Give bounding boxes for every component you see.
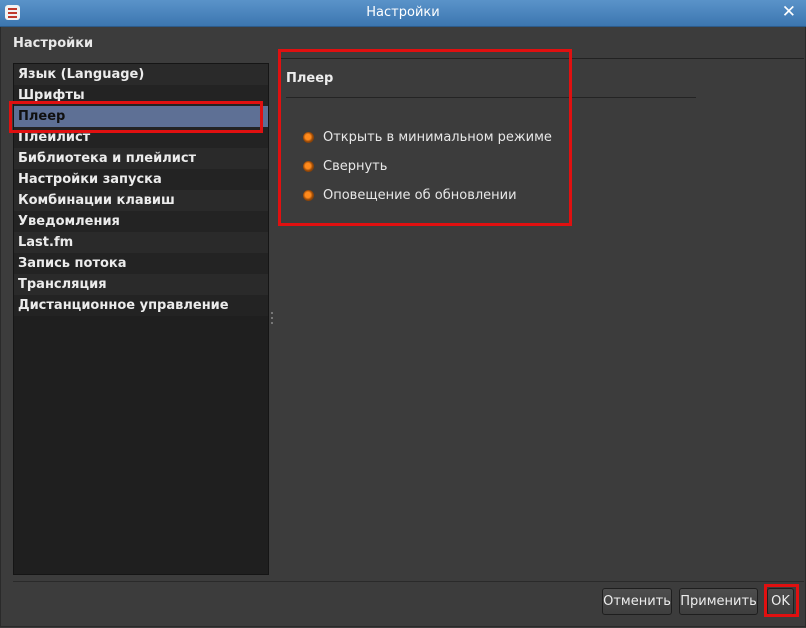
sidebar-item-remote-control[interactable]: Дистанционное управление [14, 295, 268, 316]
page-title: Настройки [13, 36, 94, 51]
title-bar: Настройки ✕ [0, 0, 806, 27]
sidebar-item-player[interactable]: Плеер [14, 106, 268, 127]
ok-button[interactable]: OK [767, 588, 794, 615]
splitter-handle-icon[interactable] [271, 312, 274, 328]
checkbox-indicator-icon [303, 132, 314, 143]
window-title: Настройки [366, 5, 440, 20]
sidebar-item-fonts[interactable]: Шрифты [14, 85, 268, 106]
option-label: Свернуть [323, 159, 388, 174]
divider [286, 97, 696, 98]
settings-category-list: Язык (Language) Шрифты Плеер Плейлист Би… [13, 63, 269, 575]
option-label: Открыть в минимальном режиме [323, 130, 552, 145]
section-title: Плеер [286, 71, 334, 86]
checkbox-indicator-icon [303, 161, 314, 172]
divider [13, 581, 804, 582]
close-icon[interactable]: ✕ [782, 2, 796, 22]
sidebar-item-broadcast[interactable]: Трансляция [14, 274, 268, 295]
checkbox-indicator-icon [303, 190, 314, 201]
sidebar-item-shortcuts[interactable]: Комбинации клавиш [14, 190, 268, 211]
option-label: Оповещение об обновлении [323, 188, 517, 203]
sidebar-item-stream-recording[interactable]: Запись потока [14, 253, 268, 274]
sidebar-item-playlist[interactable]: Плейлист [14, 127, 268, 148]
sidebar-item-language[interactable]: Язык (Language) [14, 64, 268, 85]
cancel-button[interactable]: Отменить [602, 588, 672, 615]
sidebar-item-notifications[interactable]: Уведомления [14, 211, 268, 232]
sidebar-item-lastfm[interactable]: Last.fm [14, 232, 268, 253]
sidebar-item-library-playlist[interactable]: Библиотека и плейлист [14, 148, 268, 169]
divider [278, 58, 804, 59]
sidebar-item-startup[interactable]: Настройки запуска [14, 169, 268, 190]
apply-button[interactable]: Применить [679, 588, 758, 615]
